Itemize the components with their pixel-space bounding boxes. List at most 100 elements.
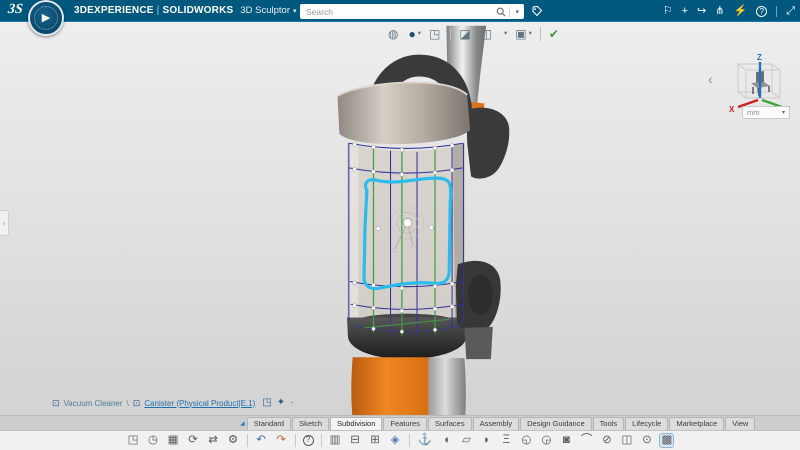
primitives-icon[interactable]: ◈ (389, 434, 402, 448)
tab-lifecycle[interactable]: Lifecycle (625, 417, 668, 431)
3ds-logo[interactable]: 3S (7, 2, 23, 18)
breadcrumb: ⊡ Vacuum Cleaner \ ⊡ Canister (Physical … (52, 398, 294, 408)
top-right-icons: ⚐ + ↪ ⋔ ⚡? ⤢ (663, 0, 795, 22)
toolbar-divider (540, 27, 541, 41)
share-icon[interactable]: ↪ (697, 6, 706, 17)
top-bar: 3S ▶ 3DEXPERIENCE|SOLIDWORKS 3D Sculptor… (0, 0, 800, 22)
axis-x-label: X (729, 105, 735, 114)
silver-body[interactable] (428, 357, 465, 415)
explore-icon[interactable]: ◳ (262, 398, 271, 408)
search-box: ▾ (300, 4, 524, 19)
icon-glyph: ◍ (388, 28, 398, 40)
vacuum-model[interactable] (337, 26, 538, 415)
tag-icon[interactable] (531, 5, 543, 17)
collapse-triad-button[interactable]: ‹ (708, 72, 713, 86)
tab-tools[interactable]: Tools (593, 417, 625, 431)
search-icon[interactable] (496, 7, 506, 17)
render-style-icon[interactable]: ● ▾ (408, 28, 421, 40)
units-dropdown[interactable]: mm ▾ (742, 106, 790, 119)
tab-marketplace[interactable]: Marketplace (669, 417, 724, 431)
save-icon[interactable]: ▦ (167, 434, 180, 448)
compass-icon[interactable]: ▶ (28, 0, 64, 36)
tab-assembly[interactable]: Assembly (473, 417, 520, 431)
planar-patch-icon[interactable]: ▱ (460, 434, 473, 448)
product-structure-icon: ⊡ (52, 399, 60, 408)
visibility-icon[interactable]: ◍ (388, 28, 400, 40)
app-menu[interactable]: 3D Sculptor ▾ (240, 5, 296, 16)
action-bar-tabs: ◢ StandardSketchSubdivisionFeaturesSurfa… (0, 415, 800, 430)
expand-panel-button[interactable]: › (0, 210, 9, 236)
icon-glyph: ◪ (459, 28, 470, 40)
tab-strip: StandardSketchSubdivisionFeaturesSurface… (247, 417, 757, 431)
icon-glyph: ▣ (515, 28, 526, 40)
redo-icon[interactable]: ↷ (275, 434, 288, 448)
search-input[interactable] (300, 7, 496, 17)
insert-geometry-icon[interactable]: ◫ (481, 28, 494, 40)
cylindrical-tool-icon[interactable]: ⊙ (640, 434, 653, 448)
collaborate-icon[interactable]: ⋔ (715, 6, 724, 17)
fullscreen-icon[interactable]: ⤢ (786, 6, 795, 17)
loft-surface-icon[interactable]: Ξ (500, 434, 513, 448)
import-export-icon[interactable]: ⇄ (207, 434, 220, 448)
brand-separator: | (157, 5, 160, 16)
chevron-down-icon: ▾ (782, 109, 785, 116)
split-face-icon[interactable]: ◫ (620, 434, 633, 448)
toolbar-divider (295, 434, 296, 447)
metal-cap[interactable] (337, 82, 470, 144)
toolbar-divider (321, 434, 322, 447)
revolve-surface-icon[interactable]: ◗ (480, 434, 493, 448)
chevron-down-icon: ▾ (293, 7, 297, 15)
table-icon[interactable]: ⊞ (369, 434, 382, 448)
search-options-arrow-icon[interactable]: ▾ (510, 8, 524, 16)
remove-icon[interactable]: ⊘ (600, 434, 613, 448)
tab-features[interactable]: Features (383, 417, 427, 431)
subdivision-display-icon[interactable]: ▩ (660, 434, 673, 448)
dropdown-arrow-icon: ▾ (529, 31, 532, 38)
delete-face-icon[interactable]: ◙ (560, 434, 573, 448)
bend-icon[interactable]: ⌒ (580, 434, 594, 448)
toolbar-divider (450, 27, 451, 41)
extrude-surface-icon[interactable]: ◵ (520, 434, 533, 448)
tab-standard[interactable]: Standard (247, 417, 291, 431)
section-view-icon[interactable]: ◪ (459, 28, 472, 40)
3d-scene[interactable] (0, 22, 800, 415)
tab-view[interactable]: View (725, 417, 755, 431)
database-icon[interactable]: ⊟ (349, 434, 362, 448)
pin-icon[interactable]: ◢ (240, 420, 245, 427)
settings-icon[interactable]: ⚙ (227, 434, 240, 448)
view-toolbar: ◍ ● ▾ ◳ ◪ ◫ ▾ ▣ (388, 27, 561, 41)
display-filter-icon[interactable]: ▾ (502, 31, 507, 38)
undo-icon[interactable]: ↶ (255, 434, 268, 448)
offset-surface-icon[interactable]: ◖ (440, 434, 453, 448)
thicken-icon[interactable]: ◶ (540, 434, 553, 448)
breadcrumb-root[interactable]: Vacuum Cleaner (64, 399, 123, 408)
viewport[interactable]: ◍ ● ▾ ◳ ◪ ◫ ▾ ▣ (0, 22, 800, 415)
history-icon[interactable]: ◷ (147, 434, 160, 448)
design-tree-icon[interactable]: ▥ (329, 434, 342, 448)
more-icon[interactable]: · (290, 398, 293, 408)
view-mode-icon[interactable]: ▣ ▾ (515, 28, 532, 40)
chevron-right-icon: › (3, 219, 6, 228)
tab-design-guidance[interactable]: Design Guidance (520, 417, 592, 431)
validate-icon[interactable]: ✔ (549, 28, 561, 40)
tab-surfaces[interactable]: Surfaces (428, 417, 472, 431)
dropdown-arrow-icon: ▾ (504, 31, 507, 38)
add-content-icon[interactable]: + (682, 6, 688, 17)
manipulator-center-handle[interactable] (403, 218, 412, 227)
breadcrumb-current-link[interactable]: Canister (Physical Product|E.1) (144, 399, 255, 408)
tab-sketch[interactable]: Sketch (292, 417, 329, 431)
convert-subdivision-icon[interactable]: ⚓ (417, 434, 433, 448)
hose-fitting[interactable] (466, 108, 509, 179)
brand-solidworks: SOLIDWORKS (162, 5, 233, 16)
feedback-icon[interactable]: ⚐ (663, 6, 673, 17)
compass-icon[interactable]: ✦ (277, 398, 285, 408)
capture-icon[interactable]: ◳ (429, 28, 442, 40)
whats-new-icon[interactable]: ⚡ (733, 6, 747, 17)
icon-glyph: ● (408, 28, 415, 40)
tab-subdivision[interactable]: Subdivision (330, 417, 382, 431)
help-tool-icon[interactable]: ? (303, 435, 314, 446)
orange-body[interactable] (351, 357, 428, 415)
share-tool-icon[interactable]: ◳ (127, 434, 140, 448)
sync-icon[interactable]: ⟳ (187, 434, 200, 448)
help-icon[interactable]: ? (756, 6, 767, 17)
